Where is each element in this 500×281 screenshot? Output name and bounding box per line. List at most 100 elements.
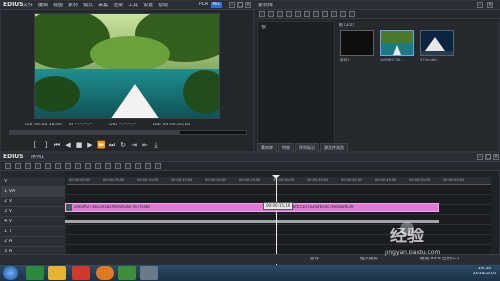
add-clip-icon[interactable] [286,11,292,17]
undo-icon[interactable] [35,163,41,169]
add-cut-icon[interactable] [115,163,121,169]
timeline-lane[interactable] [67,185,491,195]
next-edit-icon[interactable]: ⏭ [108,141,116,149]
menu-item[interactable]: 采集 [98,3,108,8]
clip-thumbnail-1[interactable] [380,30,414,56]
minimize-icon[interactable]: – [477,154,483,160]
playhead-line[interactable] [276,177,277,266]
menu-item[interactable]: 帮助 [158,3,168,8]
new-sequence-icon[interactable] [5,163,11,169]
export-icon[interactable]: ⤓ [152,141,160,149]
cut-icon[interactable] [75,163,81,169]
windows-taskbar: 19:50 2016/5/10 [0,265,500,281]
copy-icon[interactable] [85,163,91,169]
track-label: 2 A [4,239,13,244]
rewind-icon[interactable]: ◀ [64,141,72,149]
fast-forward-icon[interactable]: ⏩ [97,141,106,149]
landscape-image [35,14,219,118]
player-titlebar: EDIUS 文件 编辑 视图 素材 模式 采集 渲染 工具 设置 帮助 PLR … [1,1,255,10]
minimize-icon[interactable]: – [229,2,235,8]
maximize-icon[interactable]: □ [485,154,491,160]
rec-toggle[interactable]: REC [211,2,222,8]
track-header[interactable]: 4 V [1,217,65,227]
bin-window: 素材库 – × 根 根 (2/2) 序列1 2e69ff2736... 370e… [254,0,500,153]
tree-root-item[interactable]: 根 [261,25,266,30]
close-icon[interactable]: × [487,2,493,8]
audio-mixer-icon[interactable] [155,163,161,169]
plr-toggle[interactable]: PLR [199,2,208,7]
paste-icon[interactable] [95,163,101,169]
ruler-tick: 00:00:00;00 [69,178,91,182]
paste-icon[interactable] [322,11,328,17]
marker-icon[interactable] [135,163,141,169]
main-menu: 文件 编辑 视图 素材 模式 采集 渲染 工具 设置 帮助 [23,3,168,8]
close-icon[interactable]: × [245,2,251,8]
render-icon[interactable] [145,163,151,169]
menu-item[interactable]: 模式 [83,3,93,8]
open-icon[interactable] [15,163,21,169]
prev-edit-icon[interactable]: ⏮ [53,141,61,149]
system-clock[interactable]: 19:50 2016/5/10 [473,267,496,276]
start-button-icon[interactable] [3,266,18,280]
clip-thumbnail-sequence[interactable] [340,30,374,56]
video-preview[interactable] [34,13,220,119]
taskbar-app-icon[interactable] [26,266,44,280]
sequence-name[interactable]: 序列1 [31,155,44,160]
ripple-icon[interactable] [65,163,71,169]
ruler-tick: 00:00:50;00 [409,178,431,182]
insert-mode-icon[interactable] [55,163,61,169]
timeline-clip[interactable]: 2e69ff2736c2e1b19600d28c7b7f5e8f 370ecdb… [65,203,439,212]
timecode-bar: Cur 00:00:16;00 In --:--:--;-- Out --:--… [25,123,235,130]
edius-logo: EDIUS [3,154,24,160]
taskbar-app-icon[interactable] [118,266,136,280]
menu-item[interactable]: 视图 [53,3,63,8]
delete-icon[interactable] [105,163,111,169]
new-sequence-icon[interactable] [295,11,301,17]
clip-thumbnail-2[interactable] [420,30,454,56]
copy-icon[interactable] [313,11,319,17]
menu-item[interactable]: 工具 [128,3,138,8]
track-header[interactable]: 1 T [1,227,65,237]
set-out-icon[interactable]: ] [42,141,50,149]
up-folder-icon[interactable] [277,11,283,17]
track-header[interactable]: 3 V [1,207,65,217]
timeline-ruler[interactable]: 00:00:00;00 00:00:05;00 00:00:10;00 00:0… [67,177,491,185]
track-header[interactable]: 1 VA [1,187,65,197]
close-icon[interactable]: × [493,154,499,160]
clip-name-a: 2e69ff2736c2e1b19600d28c7b7f5e8f [74,205,150,209]
timeline-lane[interactable] [67,235,491,245]
insert-icon[interactable]: ⇥ [130,141,138,149]
timeline-lane[interactable] [67,225,491,235]
properties-icon[interactable] [331,11,337,17]
folder-icon[interactable] [48,266,66,280]
snap-icon[interactable] [125,163,131,169]
maximize-icon[interactable]: □ [237,2,243,8]
menu-item[interactable]: 素材 [68,3,78,8]
loop-icon[interactable]: ↻ [119,141,127,149]
cut-icon[interactable] [304,11,310,17]
minimize-icon[interactable]: – [477,2,483,8]
playback-scrubber[interactable] [9,130,247,135]
stop-icon[interactable]: ■ [75,141,83,149]
menu-item[interactable]: 编辑 [38,3,48,8]
audio-clip[interactable] [65,220,439,223]
track-header[interactable]: 2 A [1,237,65,247]
menu-item[interactable]: 文件 [23,3,33,8]
overwrite-icon[interactable]: ⇤ [141,141,149,149]
set-in-icon[interactable]: [ [31,141,39,149]
play-icon[interactable]: ▶ [86,141,94,149]
menu-item[interactable]: 设置 [143,3,153,8]
track-header[interactable]: 2 V [1,197,65,207]
delete-icon[interactable] [340,11,346,17]
redo-icon[interactable] [45,163,51,169]
menu-item[interactable]: 渲染 [113,3,123,8]
taskbar-app-icon[interactable] [140,266,158,280]
save-icon[interactable] [25,163,31,169]
track-header[interactable]: V [1,177,65,187]
firefox-icon[interactable] [96,266,114,280]
folder-icon[interactable] [259,11,265,17]
search-icon[interactable] [268,11,274,17]
taskbar-app-icon[interactable] [72,266,90,280]
track-label: 1 T [4,229,12,234]
view-icon[interactable] [349,11,355,17]
